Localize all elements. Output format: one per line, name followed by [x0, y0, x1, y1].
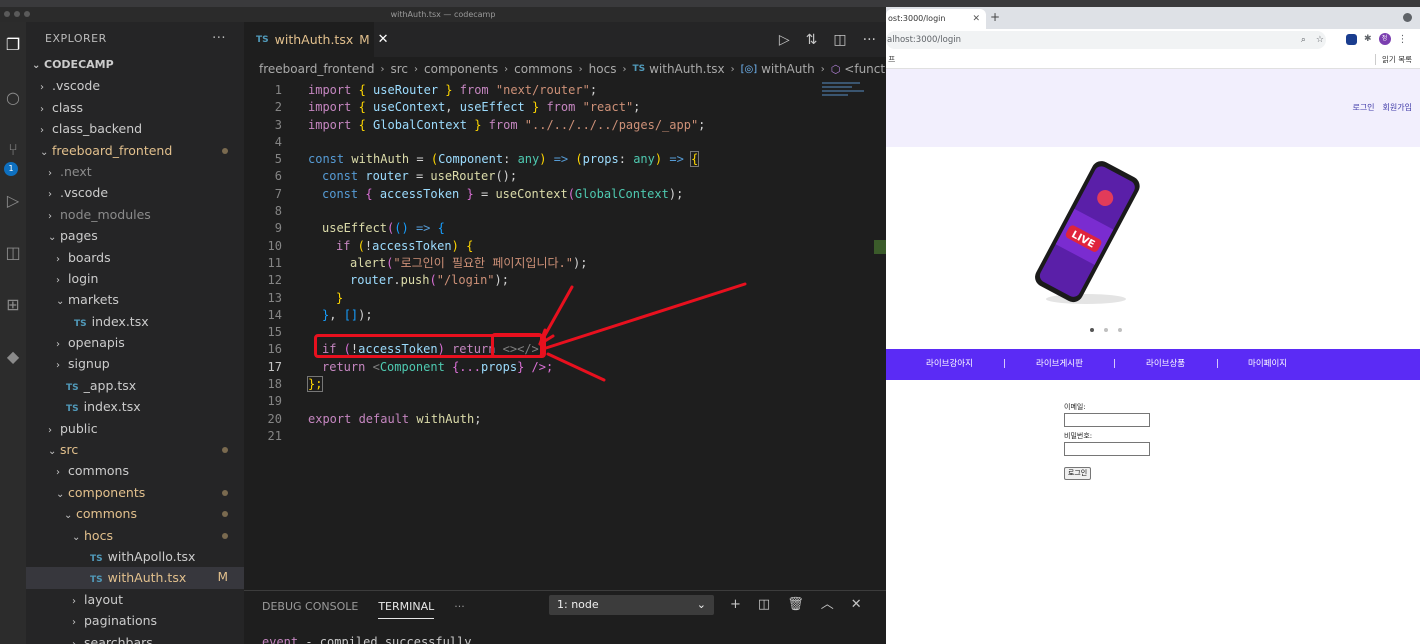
bookmarks-bar: 프 읽기 목록 [886, 51, 1420, 69]
puzzle-icon[interactable]: ✱ [1364, 34, 1372, 44]
email-field[interactable] [1064, 413, 1150, 427]
login-link[interactable]: 로그인 [1352, 102, 1374, 113]
carousel-dots[interactable] [1090, 328, 1122, 332]
profile-avatar[interactable]: 정 [1378, 33, 1391, 45]
password-field[interactable] [1064, 442, 1150, 456]
bookmark-item[interactable]: 프 [888, 54, 895, 65]
record-icon[interactable] [1403, 13, 1412, 22]
main-navbar: 라이브강아지 | 라이브게시판 | 라이브상품 | 마이페이지 [886, 349, 1420, 380]
password-label: 비밀번호: [1064, 432, 1093, 440]
annotation-arrows [538, 282, 747, 382]
phone-image: LIVE [1035, 161, 1140, 304]
browser-window: ost:3000/login ✕ + alhost:3000/login ⌕ ☆ … [886, 7, 1420, 644]
address-bar[interactable]: alhost:3000/login ⌕ ☆ [886, 31, 1326, 49]
zoom-icon[interactable]: ⌕ [1301, 31, 1306, 49]
new-tab-button[interactable]: + [990, 10, 1000, 24]
page-header: 로그인 회원가입 [886, 69, 1420, 147]
nav-live-puppy[interactable]: 라이브강아지 [926, 349, 973, 380]
bookmark-star-icon[interactable]: ☆ [1316, 31, 1324, 49]
signup-link[interactable]: 회원가입 [1383, 102, 1412, 113]
nav-separator: | [1113, 359, 1116, 369]
nav-separator: | [1216, 359, 1219, 369]
menu-kebab-icon[interactable]: ⋮ [1398, 34, 1408, 45]
nav-my-page[interactable]: 마이페이지 [1248, 349, 1287, 380]
nav-live-board[interactable]: 라이브게시판 [1036, 349, 1083, 380]
close-tab-icon[interactable]: ✕ [972, 9, 980, 29]
browser-toolbar: alhost:3000/login ⌕ ☆ ✱ 정 ⋮ [886, 29, 1420, 51]
reading-list-button[interactable]: 읽기 목록 [1375, 54, 1412, 65]
login-form: 이메일: 비밀번호: 로그인 [1064, 402, 1184, 480]
login-button[interactable]: 로그인 [1064, 467, 1091, 480]
nav-separator: | [1003, 359, 1006, 369]
nav-live-products[interactable]: 라이브상품 [1146, 349, 1185, 380]
extension-icon[interactable] [1346, 33, 1357, 45]
banner-carousel[interactable]: LIVE [886, 147, 1420, 349]
browser-tab[interactable]: ost:3000/login ✕ [886, 9, 986, 29]
email-label: 이메일: [1064, 403, 1086, 411]
browser-tab-strip: ost:3000/login ✕ + [886, 7, 1420, 29]
